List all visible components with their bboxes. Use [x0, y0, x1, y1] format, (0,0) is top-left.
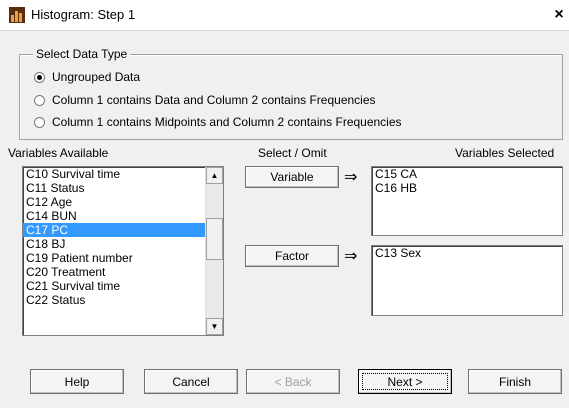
- variable-button-label: Variable: [270, 170, 314, 184]
- back-button[interactable]: < Back: [246, 369, 340, 394]
- variables-available-label: Variables Available: [8, 146, 109, 160]
- cancel-button[interactable]: Cancel: [144, 369, 238, 394]
- factor-button[interactable]: Factor: [245, 245, 339, 267]
- list-item[interactable]: C21 Survival time: [23, 279, 223, 293]
- radio-midpoints-frequencies[interactable]: Column 1 contains Midpoints and Column 2…: [34, 114, 402, 130]
- scroll-down-icon[interactable]: ▼: [206, 318, 223, 335]
- close-icon[interactable]: ×: [549, 5, 569, 25]
- radio-data-frequencies-indicator[interactable]: [34, 94, 45, 106]
- radio-ungrouped-indicator[interactable]: [34, 71, 45, 83]
- list-item[interactable]: C15 CA: [372, 167, 562, 181]
- radio-ungrouped[interactable]: Ungrouped Data: [34, 69, 140, 85]
- window-title: Histogram: Step 1: [31, 7, 136, 22]
- back-button-label: < Back: [274, 374, 312, 389]
- list-item[interactable]: C14 BUN: [23, 209, 223, 223]
- title-bar: Histogram: Step 1 ×: [0, 0, 569, 31]
- factor-arrow-icon: ⇒: [344, 248, 358, 265]
- list-item[interactable]: C12 Age: [23, 195, 223, 209]
- scroll-thumb[interactable]: [206, 218, 223, 260]
- radio-midpoints-frequencies-indicator[interactable]: [34, 116, 45, 128]
- histogram-app-icon: [9, 7, 25, 23]
- variables-available-list[interactable]: C10 Survival time C11 Status C12 Age C14…: [22, 166, 224, 336]
- list-item[interactable]: C10 Survival time: [23, 167, 223, 181]
- scroll-up-icon[interactable]: ▲: [206, 167, 223, 184]
- radio-data-frequencies[interactable]: Column 1 contains Data and Column 2 cont…: [34, 92, 376, 108]
- data-type-group-label: Select Data Type: [33, 47, 131, 61]
- list-item[interactable]: C13 Sex: [372, 246, 562, 260]
- select-omit-label: Select / Omit: [258, 146, 327, 160]
- finish-button[interactable]: Finish: [468, 369, 562, 394]
- finish-button-label: Finish: [498, 374, 531, 389]
- list-item[interactable]: C16 HB: [372, 181, 562, 195]
- radio-data-frequencies-label[interactable]: Column 1 contains Data and Column 2 cont…: [52, 93, 376, 107]
- help-button-label: Help: [64, 374, 90, 389]
- list-item[interactable]: C20 Treatment: [23, 265, 223, 279]
- list-item[interactable]: C18 BJ: [23, 237, 223, 251]
- factors-selected-list[interactable]: C13 Sex: [371, 245, 563, 316]
- variables-selected-label: Variables Selected: [455, 146, 555, 160]
- variables-available-scrollbar[interactable]: ▲ ▼: [205, 167, 223, 335]
- next-button-label: Next >: [387, 374, 423, 389]
- next-button[interactable]: Next >: [358, 369, 452, 394]
- help-button[interactable]: Help: [30, 369, 124, 394]
- list-item[interactable]: C11 Status: [23, 181, 223, 195]
- radio-ungrouped-label[interactable]: Ungrouped Data: [52, 70, 140, 84]
- variable-button[interactable]: Variable: [245, 166, 339, 188]
- variable-arrow-icon: ⇒: [344, 169, 358, 186]
- cancel-button-label: Cancel: [172, 374, 210, 389]
- radio-midpoints-frequencies-label[interactable]: Column 1 contains Midpoints and Column 2…: [52, 115, 402, 129]
- list-item[interactable]: C22 Status: [23, 293, 223, 307]
- list-item-selected[interactable]: C17 PC: [23, 223, 223, 237]
- variables-selected-list[interactable]: C15 CA C16 HB: [371, 166, 563, 236]
- factor-button-label: Factor: [274, 249, 309, 263]
- list-item[interactable]: C19 Patient number: [23, 251, 223, 265]
- variables-available-items: C10 Survival time C11 Status C12 Age C14…: [23, 167, 223, 307]
